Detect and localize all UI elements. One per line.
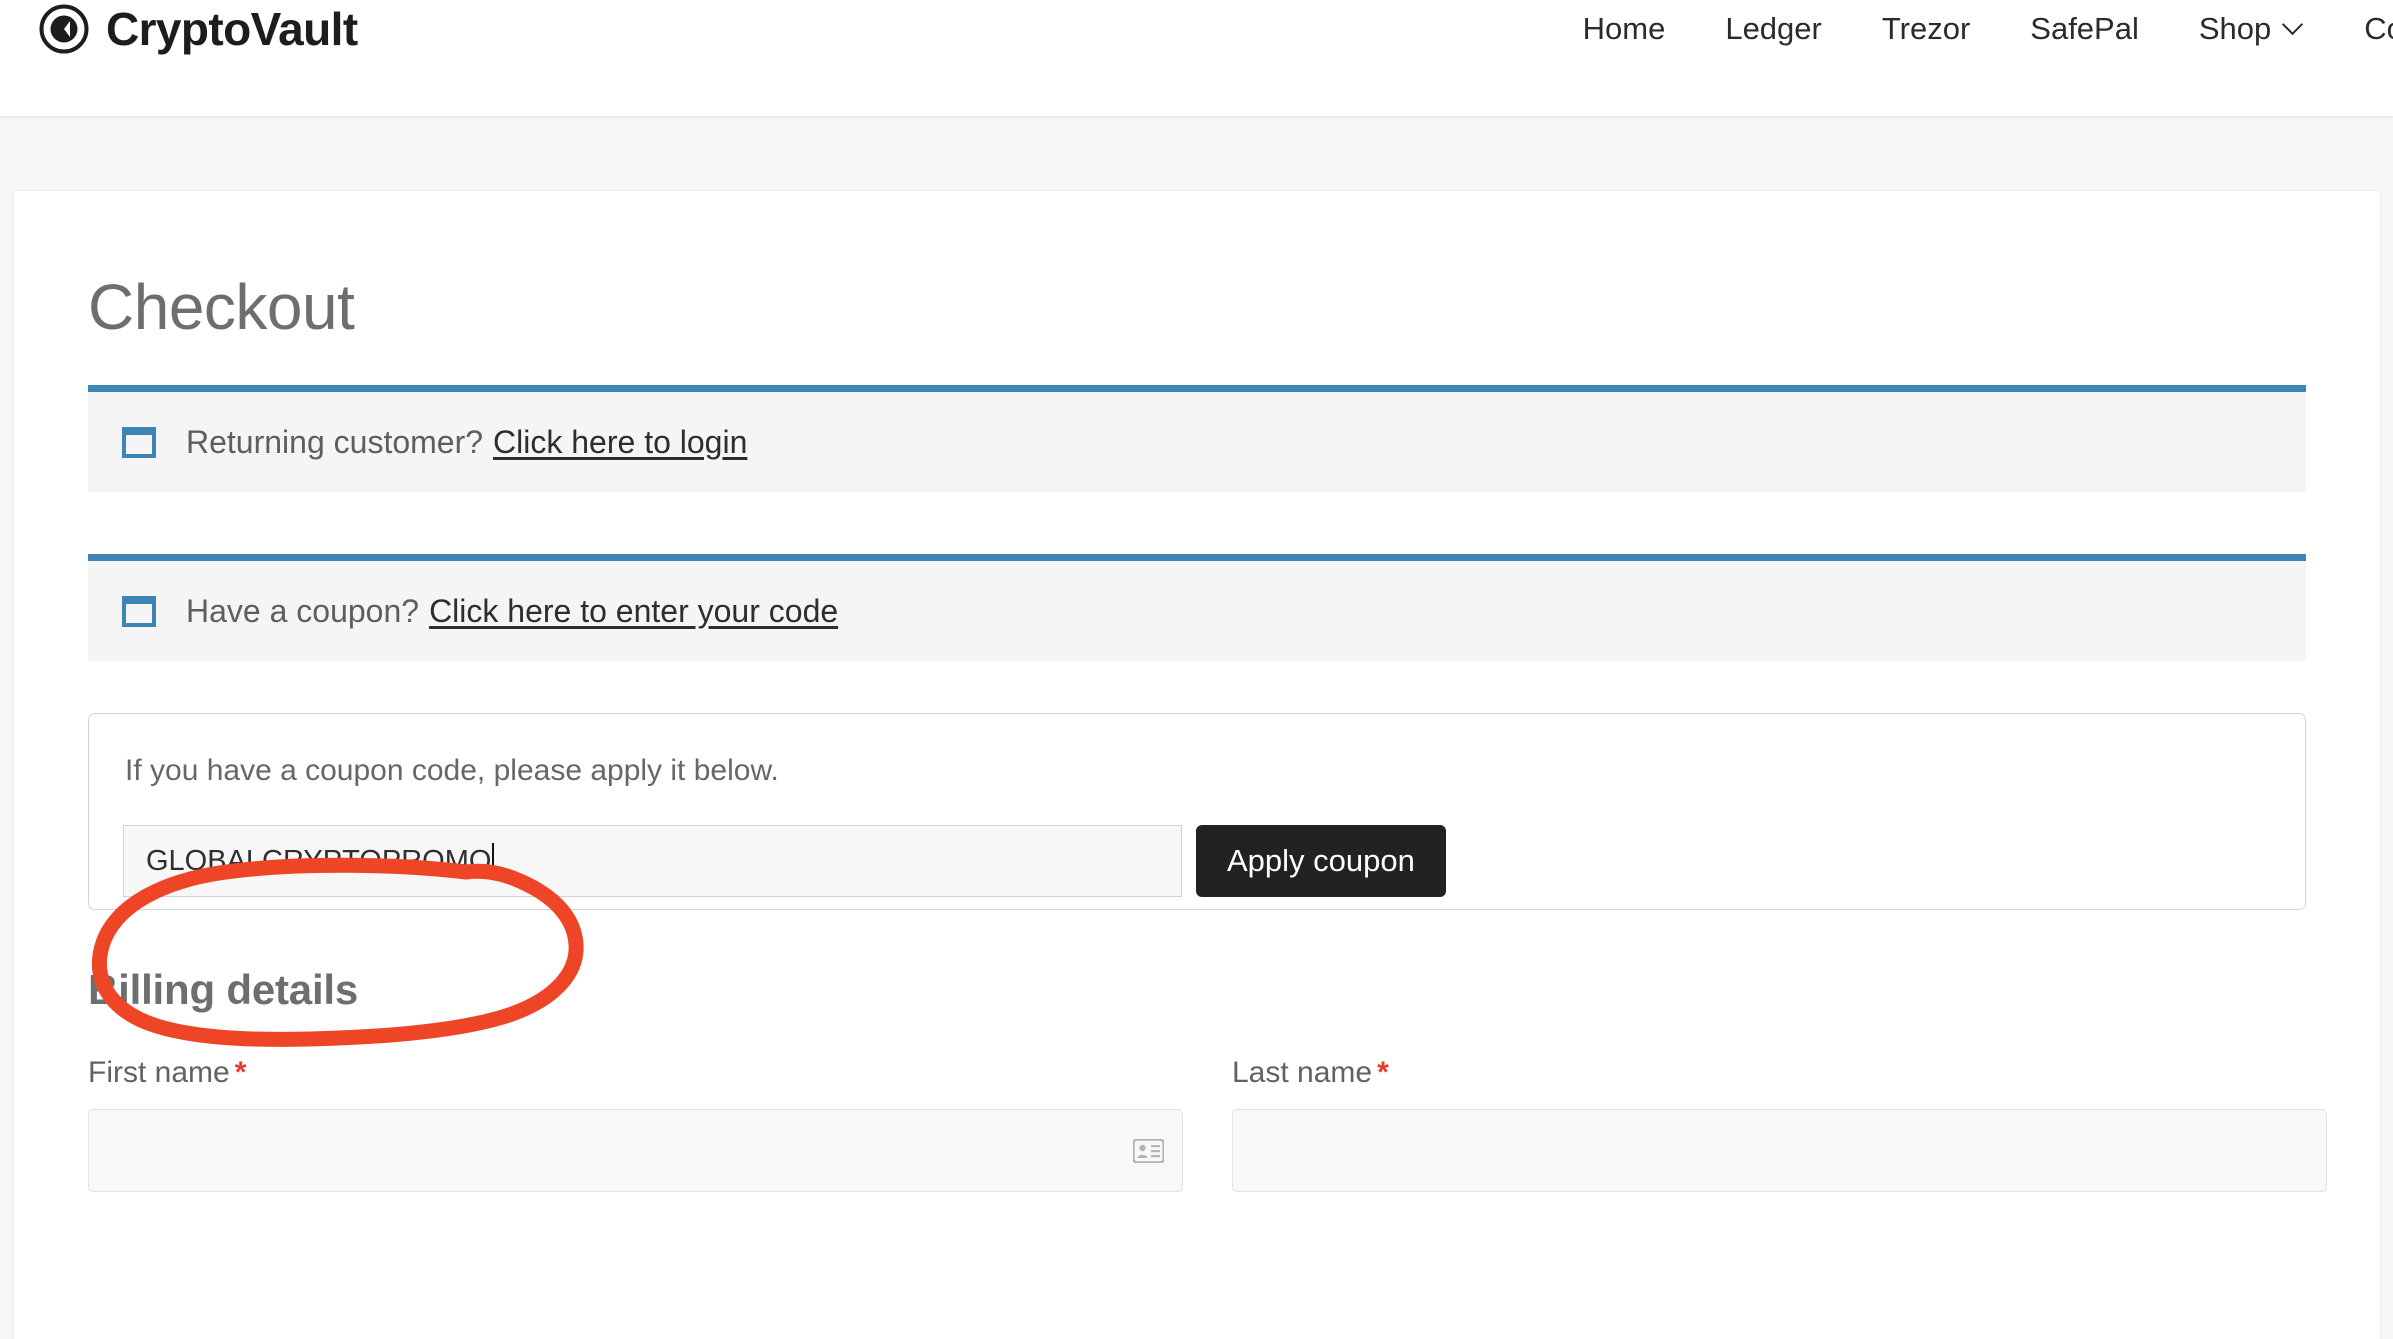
last-name-label-text: Last name — [1232, 1056, 1373, 1089]
coupon-hint-text: If you have a coupon code, please apply … — [125, 754, 779, 787]
nav-label: Shop — [2198, 11, 2272, 46]
coupon-code-value: GLOBALCRYPTOPROMO — [146, 844, 492, 877]
last-name-field-group: Last name * — [1232, 1056, 2327, 1192]
coupon-code-input[interactable]: GLOBALCRYPTOPROMO — [123, 825, 1182, 897]
last-name-label: Last name * — [1232, 1056, 2327, 1090]
nav-label: Home — [1582, 11, 1666, 46]
nav-item-shop[interactable]: Shop — [2169, 11, 2334, 47]
checkout-page: CryptoVault Home Ledger Trezor SafePal S… — [0, 0, 2393, 1339]
page-title: Checkout — [88, 271, 355, 343]
billing-fields-grid: First name * Last name * — [14, 1056, 2380, 1192]
returning-customer-text: Returning customer? — [186, 423, 484, 460]
nav-label: Ledger — [1725, 11, 1822, 46]
coupon-input-row: GLOBALCRYPTOPROMO Apply coupon — [123, 825, 2271, 897]
coupon-notice[interactable]: Have a coupon? Click here to enter your … — [88, 554, 2306, 661]
first-name-input-wrap — [88, 1109, 1183, 1192]
last-name-input-wrap — [1232, 1109, 2327, 1192]
brand-name: CryptoVault — [106, 3, 358, 55]
required-asterisk: * — [1377, 1056, 1389, 1089]
copyright-c-circle-icon — [38, 3, 90, 55]
returning-customer-notice[interactable]: Returning customer? Click here to login — [88, 385, 2306, 492]
nav-item-safepal[interactable]: SafePal — [2000, 11, 2169, 47]
nav-item-home[interactable]: Home — [1553, 11, 1696, 47]
last-name-input[interactable] — [1232, 1109, 2327, 1192]
brand-logo[interactable]: CryptoVault — [38, 2, 358, 56]
checkout-content-card: Checkout Returning customer? Click here … — [13, 190, 2381, 1339]
coupon-notice-text: Have a coupon? — [186, 592, 420, 629]
required-asterisk: * — [234, 1056, 247, 1089]
nav-item-contact[interactable]: Conta — [2334, 11, 2393, 47]
nav-label: SafePal — [2030, 11, 2139, 46]
site-header: CryptoVault Home Ledger Trezor SafePal S… — [0, 0, 2393, 117]
billing-details-title: Billing details — [88, 966, 359, 1013]
login-link[interactable]: Click here to login — [493, 424, 747, 461]
nav-label: Conta — [2364, 11, 2393, 46]
window-form-icon — [122, 426, 156, 458]
nav-item-trezor[interactable]: Trezor — [1852, 11, 2000, 47]
chevron-down-icon — [2284, 16, 2304, 36]
first-name-input[interactable] — [88, 1109, 1183, 1192]
first-name-field-group: First name * — [88, 1056, 1183, 1192]
window-form-icon — [122, 595, 156, 627]
first-name-label: First name * — [88, 1056, 1183, 1090]
coupon-form: If you have a coupon code, please apply … — [88, 713, 2306, 910]
first-name-label-text: First name — [88, 1056, 230, 1089]
nav-item-ledger[interactable]: Ledger — [1695, 11, 1852, 47]
text-cursor — [492, 843, 495, 879]
nav-label: Trezor — [1881, 11, 1971, 46]
apply-coupon-button[interactable]: Apply coupon — [1196, 825, 1446, 897]
enter-coupon-link[interactable]: Click here to enter your code — [429, 593, 838, 630]
main-navigation: Home Ledger Trezor SafePal Shop Conta — [1553, 11, 2393, 47]
